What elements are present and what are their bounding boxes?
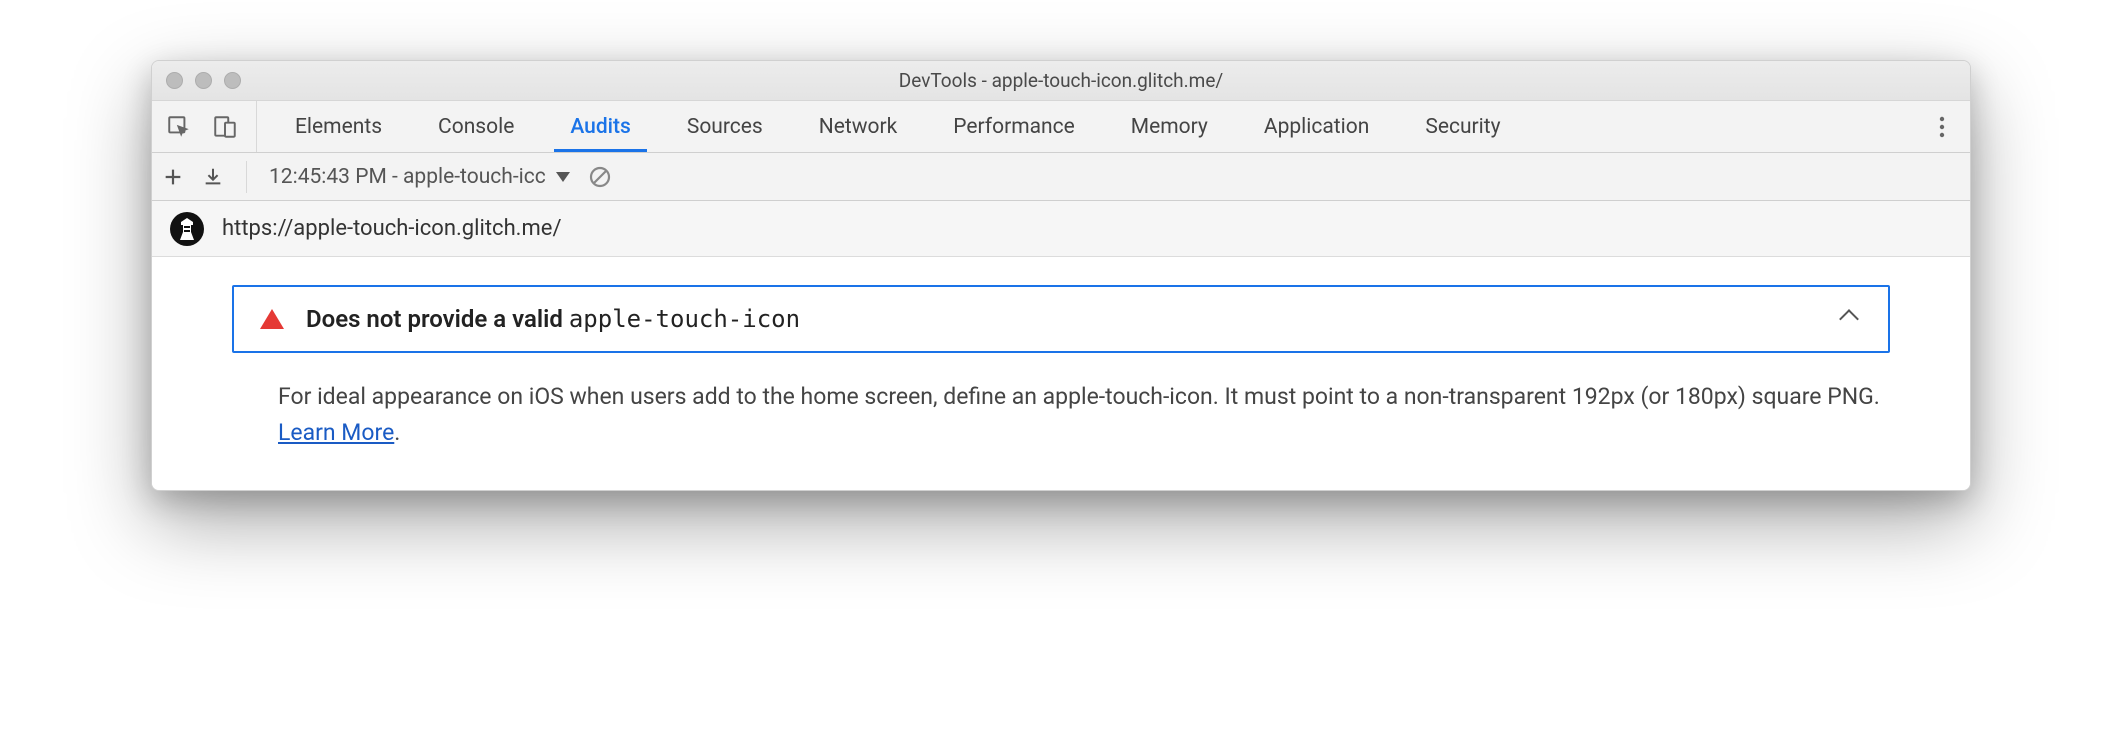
- tab-security[interactable]: Security: [1397, 101, 1528, 152]
- titlebar: DevTools - apple-touch-icon.glitch.me/: [152, 61, 1970, 101]
- new-audit-icon[interactable]: [162, 166, 184, 188]
- tab-application[interactable]: Application: [1236, 101, 1397, 152]
- fail-triangle-icon: [260, 309, 284, 329]
- audit-content: Does not provide a valid apple-touch-ico…: [152, 257, 1970, 490]
- tab-audits[interactable]: Audits: [542, 101, 658, 152]
- devtools-window: DevTools - apple-touch-icon.glitch.me/ E…: [151, 60, 1971, 491]
- panel-tabs: Elements Console Audits Sources Network …: [267, 101, 1922, 152]
- audit-title: Does not provide a valid apple-touch-ico…: [306, 305, 1820, 333]
- tab-console[interactable]: Console: [410, 101, 542, 152]
- tab-memory[interactable]: Memory: [1103, 101, 1236, 152]
- report-url-row: https://apple-touch-icon.glitch.me/: [152, 201, 1970, 257]
- chevron-up-icon[interactable]: [1839, 309, 1859, 329]
- audit-title-code: apple-touch-icon: [569, 305, 800, 333]
- audit-description: For ideal appearance on iOS when users a…: [232, 379, 1890, 450]
- inspect-element-icon[interactable]: [166, 114, 192, 140]
- tab-label: Performance: [953, 115, 1074, 139]
- download-icon[interactable]: [202, 166, 224, 188]
- zoom-dot[interactable]: [224, 72, 241, 89]
- tested-url: https://apple-touch-icon.glitch.me/: [222, 216, 562, 241]
- traffic-lights: [152, 72, 241, 89]
- panel-tabs-row: Elements Console Audits Sources Network …: [152, 101, 1970, 153]
- window-title: DevTools - apple-touch-icon.glitch.me/: [152, 69, 1970, 92]
- tab-label: Security: [1425, 115, 1500, 139]
- tab-network[interactable]: Network: [791, 101, 926, 152]
- audits-toolbar: 12:45:43 PM - apple-touch-icc: [152, 153, 1970, 201]
- lighthouse-icon: [170, 212, 204, 246]
- chevron-down-icon: [556, 172, 570, 182]
- tab-sources[interactable]: Sources: [659, 101, 791, 152]
- minimize-dot[interactable]: [195, 72, 212, 89]
- tab-performance[interactable]: Performance: [925, 101, 1102, 152]
- clear-icon[interactable]: [588, 165, 612, 189]
- tab-label: Network: [819, 115, 898, 139]
- tab-label: Sources: [687, 115, 763, 139]
- audit-title-prefix: Does not provide a valid: [306, 305, 569, 333]
- audit-description-period: .: [394, 419, 400, 446]
- tab-elements[interactable]: Elements: [267, 101, 410, 152]
- audit-item[interactable]: Does not provide a valid apple-touch-ico…: [232, 285, 1890, 353]
- more-menu-icon[interactable]: [1922, 101, 1962, 152]
- tab-label: Audits: [570, 115, 630, 139]
- device-toolbar-icon[interactable]: [212, 114, 238, 140]
- toolbar-separator: [246, 161, 247, 193]
- close-dot[interactable]: [166, 72, 183, 89]
- audit-description-text: For ideal appearance on iOS when users a…: [278, 383, 1880, 410]
- tab-label: Application: [1264, 115, 1369, 139]
- inspect-controls: [160, 101, 257, 152]
- tab-label: Memory: [1131, 115, 1208, 139]
- run-selector[interactable]: 12:45:43 PM - apple-touch-icc: [269, 165, 570, 189]
- tab-label: Elements: [295, 115, 382, 139]
- run-selector-label: 12:45:43 PM - apple-touch-icc: [269, 165, 546, 189]
- tab-label: Console: [438, 115, 514, 139]
- learn-more-link[interactable]: Learn More: [278, 419, 394, 446]
